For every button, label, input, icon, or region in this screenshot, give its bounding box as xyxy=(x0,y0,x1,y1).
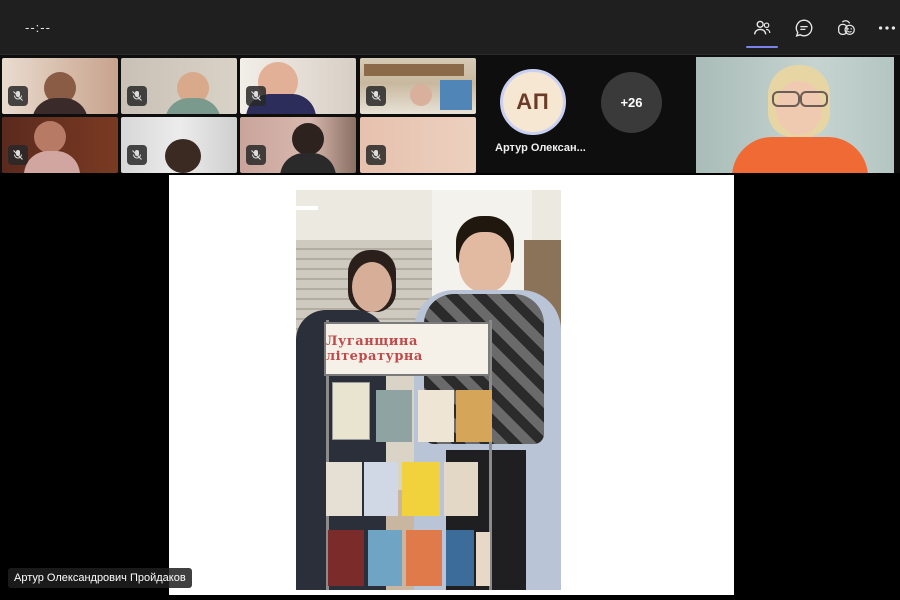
more-participants-button[interactable]: +26 xyxy=(601,72,662,133)
mic-off-icon xyxy=(246,145,266,165)
mic-off-icon xyxy=(366,86,386,106)
mic-off-icon xyxy=(246,86,266,106)
avatar: АП xyxy=(500,69,566,135)
reactions-button[interactable] xyxy=(832,14,860,42)
active-speaker-label: Артур Олександрович Пройдаков xyxy=(8,568,192,588)
meeting-top-bar: --:-- xyxy=(0,0,900,55)
mic-off-icon xyxy=(127,86,147,106)
participant-tile[interactable] xyxy=(360,117,476,173)
presenter-video-tile[interactable] xyxy=(696,57,894,173)
shared-photo: Луганщина літературна xyxy=(296,190,561,590)
mic-off-icon xyxy=(127,145,147,165)
mic-off-icon xyxy=(8,86,28,106)
mic-off-icon xyxy=(8,145,28,165)
participant-tile[interactable] xyxy=(121,58,237,114)
participant-name: Артур Олексан... xyxy=(495,142,586,154)
shared-content-stage: Луганщина літературна xyxy=(169,175,734,595)
participant-tile[interactable] xyxy=(360,58,476,114)
shelf-sign: Луганщина літературна xyxy=(324,322,490,376)
participant-tile[interactable] xyxy=(2,58,118,114)
participant-tile[interactable] xyxy=(240,58,356,114)
reactions-icon xyxy=(838,20,855,36)
shelf-sign-text: Луганщина літературна xyxy=(326,334,423,364)
participants-button[interactable] xyxy=(746,14,778,48)
participant-tile[interactable] xyxy=(240,117,356,173)
participant-tile[interactable] xyxy=(2,117,118,173)
participant-avatar-tile[interactable]: АП Артур Олексан... xyxy=(480,55,590,173)
more-options-button[interactable] xyxy=(873,14,900,42)
participant-tile[interactable] xyxy=(121,117,237,173)
mic-off-icon xyxy=(366,145,386,165)
chat-button[interactable] xyxy=(790,14,818,42)
meeting-timer: --:-- xyxy=(25,20,51,35)
people-icon xyxy=(753,20,771,35)
chat-icon xyxy=(795,19,813,37)
more-icon xyxy=(878,26,896,30)
